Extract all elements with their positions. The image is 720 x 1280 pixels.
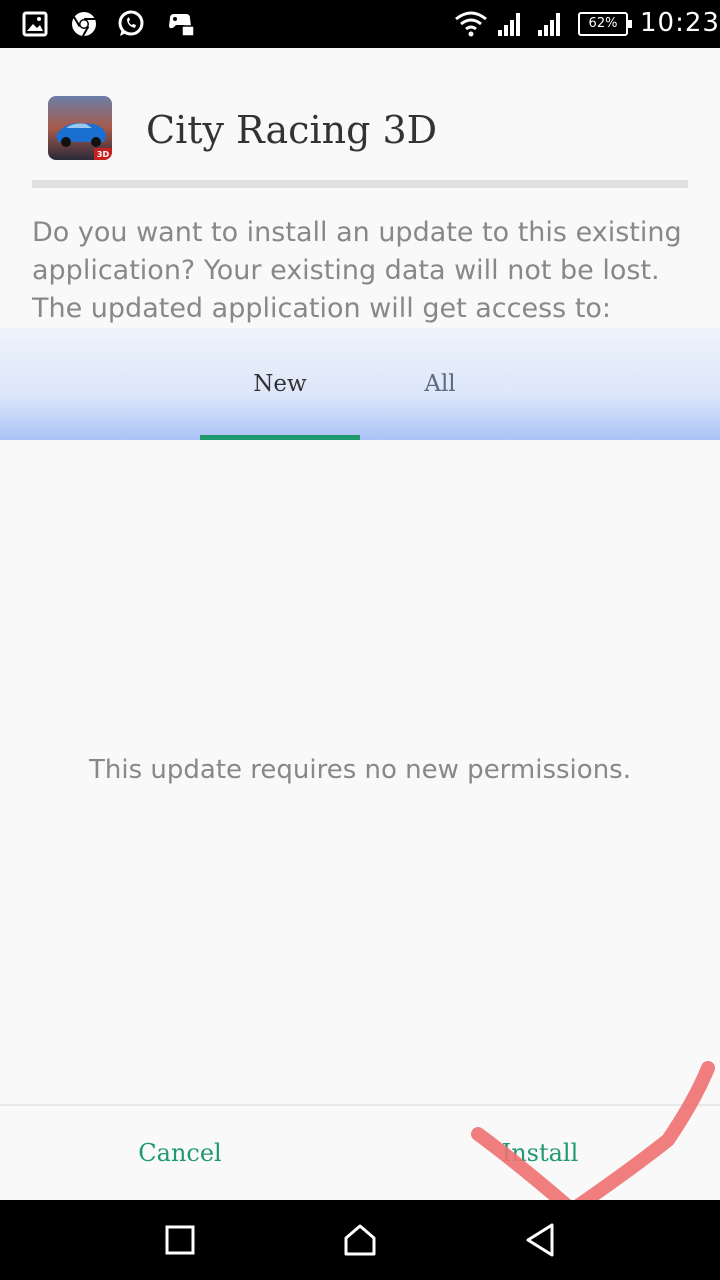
whatsapp-icon bbox=[116, 10, 146, 38]
app-title: City Racing 3D bbox=[146, 108, 438, 152]
checkmark-annotation bbox=[471, 1061, 715, 1217]
back-triangle-icon[interactable] bbox=[516, 1216, 564, 1264]
signal-icon bbox=[496, 10, 524, 38]
wifi-icon bbox=[454, 10, 488, 38]
header-divider bbox=[32, 180, 688, 188]
clock: 10:23 bbox=[640, 8, 720, 38]
recents-square-icon[interactable] bbox=[156, 1216, 204, 1264]
city-racing-app-icon: 3D bbox=[48, 96, 112, 160]
install-description: Do you want to install an update to this… bbox=[32, 217, 682, 324]
tab-all[interactable]: All bbox=[360, 328, 520, 440]
navigation-bar bbox=[0, 1200, 720, 1280]
cancel-button[interactable]: Cancel bbox=[0, 1106, 360, 1200]
tab-new[interactable]: New bbox=[200, 328, 360, 440]
signal-icon bbox=[536, 10, 564, 38]
image-icon bbox=[22, 10, 48, 38]
game-controller-icon bbox=[166, 10, 196, 38]
app-icon-badge: 3D bbox=[97, 150, 110, 159]
no-new-permissions-message: This update requires no new permissions. bbox=[89, 755, 631, 785]
permissions-tab-bar: New All bbox=[0, 328, 720, 440]
selected-tab-indicator bbox=[200, 435, 360, 440]
install-button[interactable]: Install bbox=[360, 1106, 720, 1200]
battery-indicator: 62% bbox=[578, 12, 632, 36]
home-icon[interactable] bbox=[336, 1216, 384, 1264]
chrome-icon bbox=[70, 10, 98, 38]
status-bar: 62% 10:23 bbox=[0, 0, 720, 48]
